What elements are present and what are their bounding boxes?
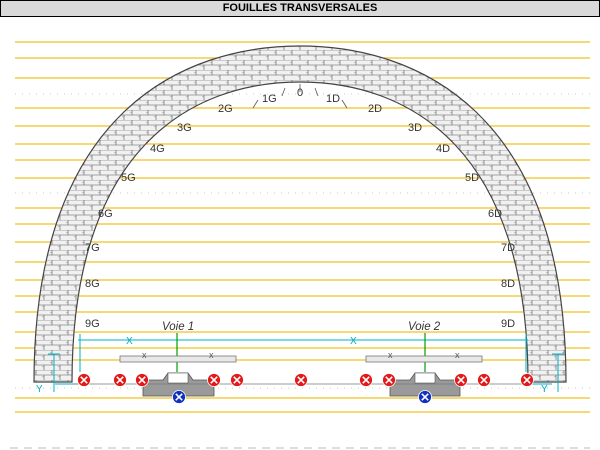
sleeper-marker: x <box>388 350 393 360</box>
tunnel-cross-section-diagram: 1G 2G 3G 4G 5G 6G 7G 8G 9G 0 1D 2D 3D 4D… <box>10 41 590 449</box>
dimension-label-x: X <box>126 336 133 347</box>
point-label: 2G <box>218 103 233 115</box>
sleeper-marker: x <box>209 350 214 360</box>
probe-red-icon <box>294 373 308 387</box>
page-title: FOUILLES TRANSVERSALES <box>0 0 600 17</box>
point-label: 7D <box>501 242 515 254</box>
point-label: 8G <box>85 278 100 290</box>
probe-red-icon <box>477 373 491 387</box>
dimension-label-y: Y <box>541 384 548 395</box>
point-label: 9G <box>85 318 100 330</box>
probe-red-icon <box>359 373 373 387</box>
point-label: 1D <box>326 93 340 105</box>
sleeper-marker: x <box>455 350 460 360</box>
probe-red-icon <box>382 373 396 387</box>
point-label: 3G <box>177 122 192 134</box>
point-label: 6G <box>98 208 113 220</box>
point-label: 4D <box>436 143 450 155</box>
point-label: 7G <box>85 242 100 254</box>
point-label: 6D <box>488 208 502 220</box>
dimension-label-y: Y <box>36 384 43 395</box>
track-label: Voie 1 <box>162 321 194 333</box>
probe-red-icon <box>113 373 127 387</box>
point-label: 2D <box>368 103 382 115</box>
point-label: 5G <box>121 172 136 184</box>
probe-red-icon <box>135 373 149 387</box>
point-label: 9D <box>501 318 515 330</box>
probe-red-icon <box>207 373 221 387</box>
point-label: 5D <box>465 172 479 184</box>
probe-red-icon <box>520 373 534 387</box>
point-label: 1G <box>262 93 277 105</box>
probe-blue-icon <box>418 390 432 404</box>
dimension-label-x: X <box>350 336 357 347</box>
sleeper-marker: x <box>142 350 147 360</box>
probe-red-icon <box>230 373 244 387</box>
probe-red-icon <box>454 373 468 387</box>
point-label: 4G <box>150 143 165 155</box>
probe-red-icon <box>77 373 91 387</box>
track-label: Voie 2 <box>408 321 441 333</box>
point-label-center: 0 <box>297 87 303 99</box>
point-label: 8D <box>501 278 515 290</box>
probe-blue-icon <box>172 390 186 404</box>
point-label: 3D <box>408 122 422 134</box>
